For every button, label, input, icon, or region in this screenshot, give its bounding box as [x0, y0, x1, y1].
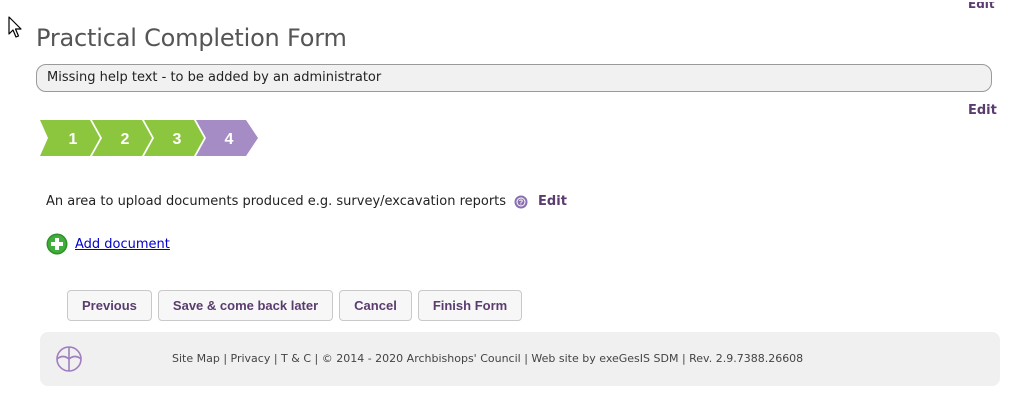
footer-text: Site Map | Privacy | T & C | © 2014 - 20… [172, 352, 803, 365]
step-2-label: 2 [121, 131, 130, 148]
edit-title-link[interactable]: Edit [968, 2, 995, 12]
form-buttons: Previous Save & come back later Cancel F… [67, 290, 523, 321]
add-document-row: Add document [46, 233, 170, 255]
finish-form-button[interactable]: Finish Form [417, 290, 523, 321]
save-later-button[interactable]: Save & come back later [157, 290, 334, 321]
question-circle-icon[interactable]: ? [514, 195, 528, 209]
cancel-button[interactable]: Cancel [339, 290, 412, 321]
step-3-label: 3 [173, 131, 182, 148]
page-footer: Site Map | Privacy | T & C | © 2014 - 20… [40, 332, 1000, 386]
church-cross-logo [56, 346, 82, 372]
plus-circle-icon[interactable] [46, 233, 68, 255]
help-text-box: Missing help text - to be added by an ad… [36, 64, 992, 92]
upload-description: An area to upload documents produced e.g… [46, 194, 567, 209]
step-4-label: 4 [225, 131, 234, 148]
add-document-link[interactable]: Add document [75, 237, 170, 252]
step-1-label: 1 [69, 131, 78, 148]
edit-upload-link[interactable]: Edit [538, 194, 567, 209]
edit-help-link[interactable]: Edit [968, 103, 997, 118]
mouse-pointer-icon [8, 16, 22, 38]
upload-description-text: An area to upload documents produced e.g… [46, 194, 507, 209]
footer-links[interactable]: Site Map | Privacy | T & C | © 2014 - 20… [172, 352, 803, 365]
step-progress: 1 2 3 4 [40, 120, 260, 156]
previous-button[interactable]: Previous [67, 290, 152, 321]
page-title: Practical Completion Form [36, 24, 347, 52]
svg-text:?: ? [519, 199, 523, 206]
